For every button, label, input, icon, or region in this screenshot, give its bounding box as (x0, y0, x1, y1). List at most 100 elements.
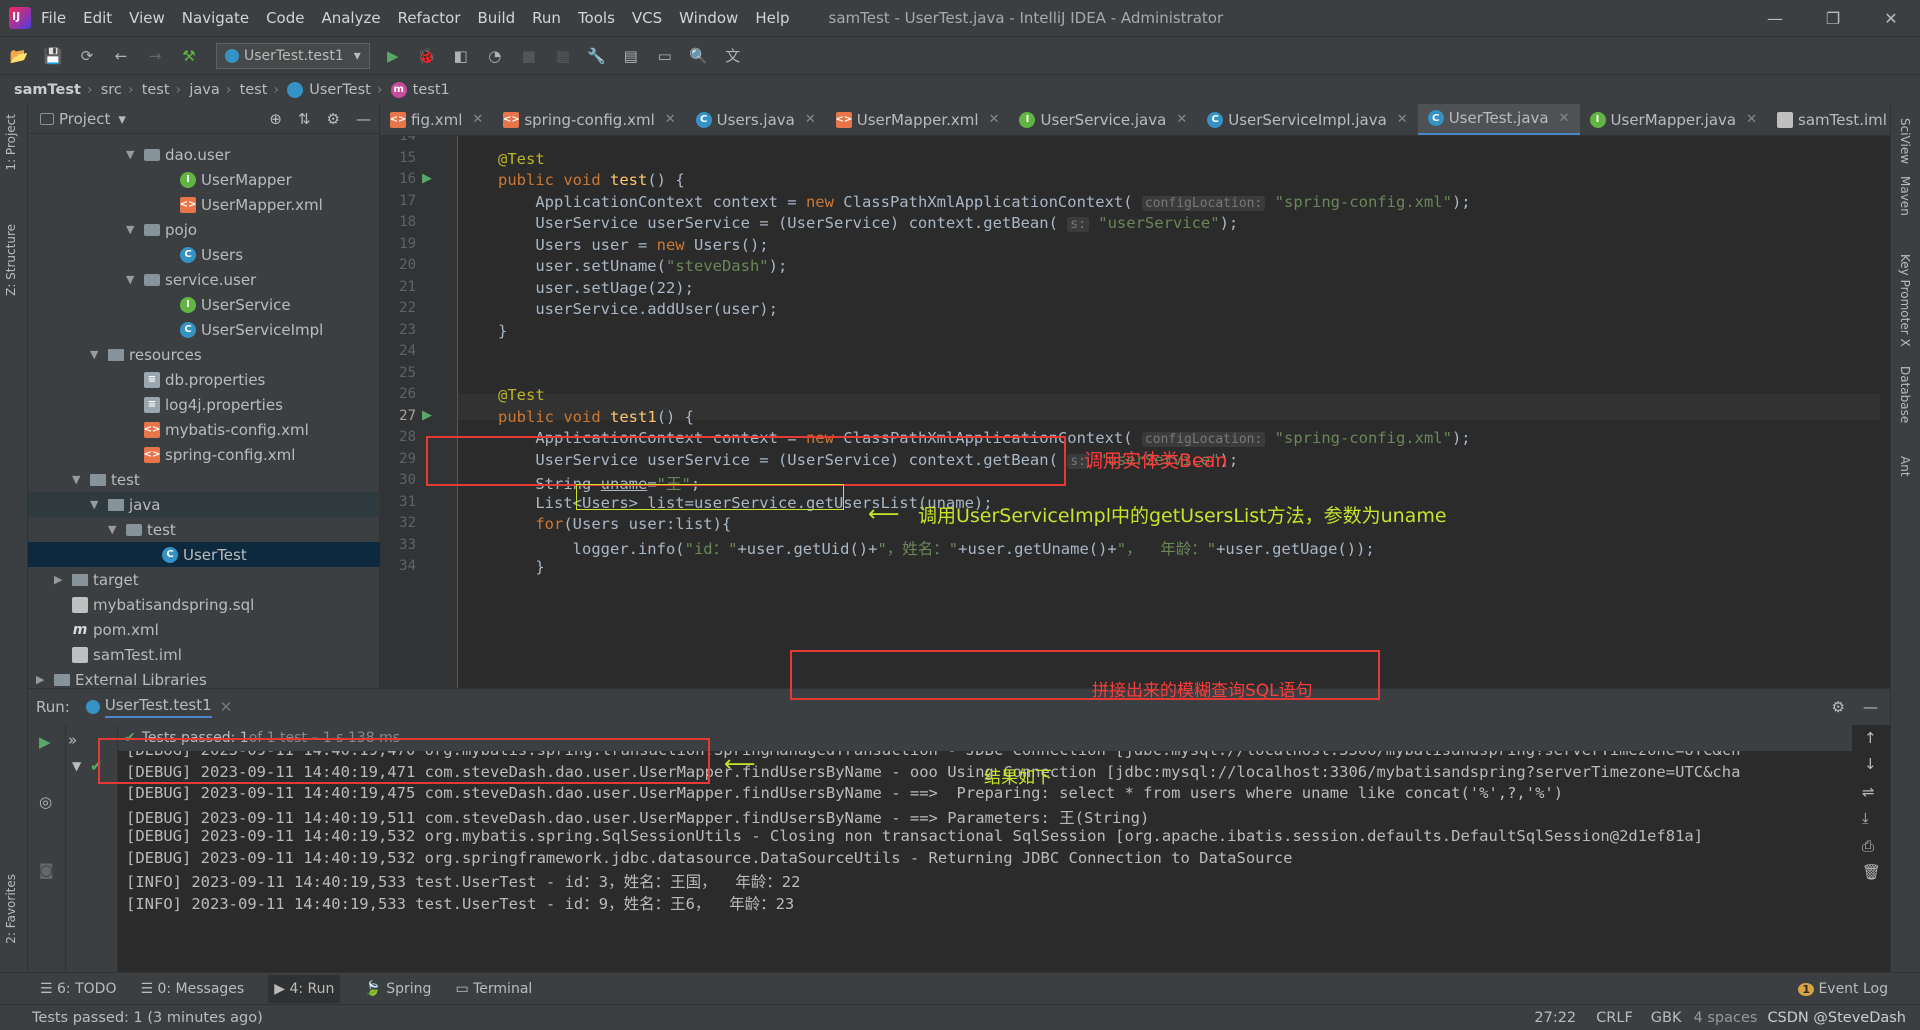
close-tab-icon[interactable]: ✕ (665, 112, 676, 127)
tree-item[interactable]: ▼ resources (28, 342, 380, 367)
ant-tool-tab[interactable]: Ant (1898, 456, 1912, 477)
translate-icon[interactable]: 文 (722, 45, 744, 67)
editor-tab[interactable]: C UserTest.java ✕ (1417, 104, 1580, 135)
run-icon[interactable]: ▶ (382, 45, 404, 67)
stop-icon[interactable]: ■ (518, 45, 540, 67)
menu-item[interactable]: Refactor (398, 9, 461, 27)
run-gutter-icon[interactable]: ▶ (422, 408, 432, 423)
editor-tab[interactable]: I UserMapper.java ✕ (1580, 104, 1768, 135)
restore-icon[interactable]: ❐ (1804, 0, 1862, 36)
tree-item[interactable]: I UserMapper (28, 167, 380, 192)
tree-item[interactable]: ▶ target (28, 567, 380, 592)
event-log-button[interactable]: 1 Event Log (1798, 981, 1888, 997)
layout-icon[interactable]: ▦ (552, 45, 574, 67)
tree-arrow-icon[interactable]: ▼ (126, 273, 140, 286)
indent-setting[interactable]: 4 spaces (1694, 1010, 1758, 1026)
breadcrumb-item[interactable]: test (240, 82, 268, 98)
code-line[interactable]: } (498, 558, 544, 576)
chevron-down-icon[interactable]: ▾ (118, 110, 126, 128)
menu-item[interactable]: Edit (83, 9, 112, 27)
sciview-tool-tab[interactable]: SciView (1898, 118, 1912, 164)
build-hammer-icon[interactable]: ⚒ (178, 45, 200, 67)
tree-item[interactable]: <> mybatis-config.xml (28, 417, 380, 442)
gear-icon[interactable]: ⚙ (1832, 698, 1845, 716)
close-tab-icon[interactable]: ✕ (1746, 112, 1757, 127)
tree-arrow-icon[interactable]: ▼ (108, 523, 122, 536)
tree-arrow-icon[interactable]: ▼ (126, 223, 140, 236)
soft-wrap-icon[interactable]: ⇌ (1862, 783, 1875, 801)
search-icon[interactable]: 🔍 (688, 45, 710, 67)
tree-item[interactable]: C UserServiceImpl (28, 317, 380, 342)
database-tool-tab[interactable]: Database (1898, 366, 1912, 423)
code-line[interactable]: Users user = new Users(); (498, 236, 768, 254)
editor-tab[interactable]: <> spring-config.xml ✕ (493, 104, 685, 135)
menu-item[interactable]: Navigate (182, 9, 249, 27)
tree-arrow-icon[interactable]: ▼ (90, 498, 104, 511)
collapse-icon[interactable]: » (68, 731, 77, 749)
close-tab-icon[interactable]: ✕ (1176, 112, 1187, 127)
editor-tab[interactable]: I UserService.java ✕ (1009, 104, 1197, 135)
tree-item[interactable]: ▼ test (28, 517, 380, 542)
tree-arrow-icon[interactable]: ▶ (54, 573, 68, 586)
editor-tab[interactable]: C UserServiceImpl.java ✕ (1197, 104, 1417, 135)
run-tool-tab[interactable]: ▶ 4: Run (268, 974, 341, 1003)
toggle-icon[interactable]: ◎ (39, 793, 52, 811)
print-icon[interactable]: ⎙ (1862, 837, 1874, 855)
run-tab[interactable]: UserTest.test1 (104, 696, 212, 718)
debug-icon[interactable]: 🐞 (416, 45, 438, 67)
breadcrumb-item[interactable]: test1 (413, 82, 450, 98)
favorites-tool-tab[interactable]: 2: Favorites (4, 874, 18, 944)
close-tab-icon[interactable]: ✕ (805, 112, 816, 127)
file-encoding[interactable]: GBK (1651, 1010, 1682, 1026)
breadcrumb-item[interactable]: samTest (14, 82, 81, 98)
locate-icon[interactable]: ⊕ (269, 110, 282, 128)
run-gutter-icon[interactable]: ▶ (422, 171, 432, 186)
tree-item[interactable]: I UserService (28, 292, 380, 317)
tree-item[interactable]: ▼ test (28, 467, 380, 492)
editor-tab[interactable]: <> UserMapper.xml ✕ (826, 104, 1010, 135)
menu-item[interactable]: Help (755, 9, 789, 27)
tree-item[interactable]: ▼ java (28, 492, 380, 517)
settings-wrench-icon[interactable]: 🔧 (586, 45, 608, 67)
tree-item[interactable]: samTest.iml (28, 642, 380, 667)
project-tool-tab[interactable]: 1: Project (4, 114, 18, 171)
code-line[interactable]: } (498, 322, 507, 340)
menu-item[interactable]: Run (532, 9, 561, 27)
breadcrumb-item[interactable]: UserTest (309, 82, 371, 98)
sync-icon[interactable]: ⟳ (76, 45, 98, 67)
spring-tool-tab[interactable]: 🍃 Spring (364, 981, 431, 997)
arrow-down-icon[interactable]: ↓ (1864, 755, 1877, 773)
breadcrumb-item[interactable]: java (189, 82, 219, 98)
tree-item[interactable]: <> UserMapper.xml (28, 192, 380, 217)
code-line[interactable]: public void test() { (498, 171, 685, 189)
minimize-icon[interactable]: — (1746, 0, 1804, 36)
editor-tab[interactable]: C Users.java ✕ (686, 104, 826, 135)
tree-item[interactable]: mybatisandspring.sql (28, 592, 380, 617)
editor-tab[interactable]: <> fig.xml ✕ (380, 104, 493, 135)
run-config-selector[interactable]: UserTest.test1 ▾ (216, 42, 370, 69)
close-icon[interactable]: ✕ (1862, 0, 1920, 36)
code-line[interactable]: user.setUage(22); (498, 279, 694, 297)
code-editor[interactable]: 14 15 16 17 18 19 20 21 22 23 24 25 26 27 28 29 30 31 32 33… (380, 136, 1880, 688)
code-line[interactable]: userService.addUser(user); (498, 300, 778, 318)
tree-item[interactable]: C Users (28, 242, 380, 267)
forward-icon[interactable]: → (144, 45, 166, 67)
tree-item[interactable]: ≡ db.properties (28, 367, 380, 392)
tree-item[interactable]: ≡ log4j.properties (28, 392, 380, 417)
menu-item[interactable]: Build (478, 9, 516, 27)
messages-tool-tab[interactable]: ☰ 0: Messages (140, 981, 244, 997)
tree-arrow-icon[interactable]: ▶ (36, 673, 50, 686)
code-line[interactable]: logger.info("id："+user.getUid()+"，姓名："+u… (498, 537, 1375, 559)
hide-icon[interactable]: — (1863, 698, 1878, 716)
structure-tool-tab[interactable]: Z: Structure (4, 224, 18, 296)
coverage-icon[interactable]: ◧ (450, 45, 472, 67)
scroll-end-icon[interactable]: ⤓ (1862, 809, 1869, 827)
todo-tool-tab[interactable]: ☰ 6: TODO (40, 981, 116, 997)
terminal-tool-tab[interactable]: ▭ Terminal (455, 981, 532, 997)
breadcrumb-item[interactable]: src (101, 82, 122, 98)
tree-item[interactable]: C UserTest (28, 542, 380, 567)
code-line[interactable]: UserService userService = (UserService) … (498, 214, 1238, 232)
menu-item[interactable]: Window (679, 9, 738, 27)
collapse-icon[interactable]: ⇅ (298, 110, 311, 128)
menu-item[interactable]: Analyze (321, 9, 380, 27)
